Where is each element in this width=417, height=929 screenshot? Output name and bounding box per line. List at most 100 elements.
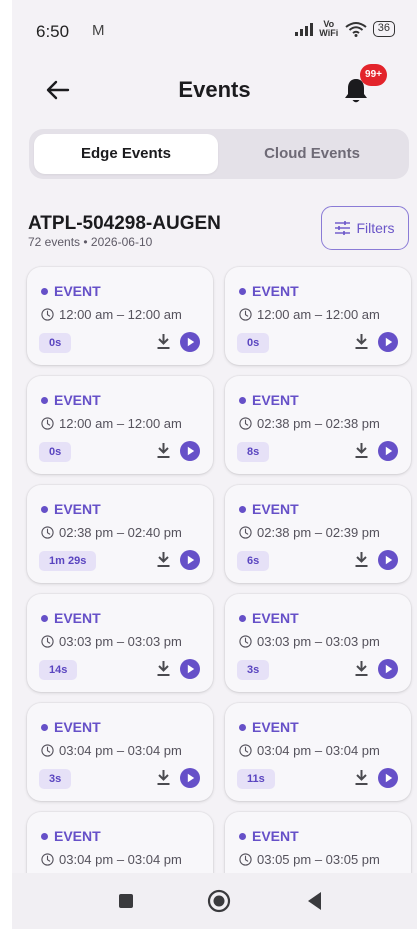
event-time-text: 03:05 pm – 03:05 pm [257,852,380,867]
event-label: EVENT [41,610,101,626]
square-icon[interactable] [119,894,133,908]
event-card[interactable]: EVENT 12:00 am – 12:00 am 0s [225,267,411,365]
event-dot-icon [239,614,246,622]
duration-badge: 8s [237,442,270,462]
event-dot-icon [239,723,246,731]
play-circle-icon[interactable] [378,768,398,788]
clock-icon [41,526,54,539]
event-time: 03:03 pm – 03:03 pm [239,634,380,649]
tab-cloud-events[interactable]: Cloud Events [220,134,404,174]
play-circle-icon[interactable] [378,659,398,679]
event-label: EVENT [41,501,101,517]
status-icons: Vo WiFi 36 [294,19,395,38]
download-icon[interactable] [156,442,171,459]
event-label: EVENT [239,501,299,517]
event-time-text: 03:03 pm – 03:03 pm [257,634,380,649]
event-dot-icon [239,287,246,295]
status-time: 6:50 [36,22,70,41]
duration-badge: 11s [237,769,275,789]
filters-button[interactable]: Filters [321,206,409,250]
battery-icon: 36 [372,21,395,37]
event-card[interactable]: EVENT 03:04 pm – 03:04 pm 3s [27,703,213,801]
device-name: ATPL-504298-AUGEN [28,213,221,234]
circle-icon[interactable] [207,889,231,913]
event-time-text: 02:38 pm – 02:40 pm [59,525,182,540]
event-time-text: 12:00 am – 12:00 am [59,307,182,322]
play-circle-icon[interactable] [180,441,200,461]
event-time-text: 03:04 pm – 03:04 pm [59,852,182,867]
play-circle-icon[interactable] [378,550,398,570]
event-label: EVENT [239,392,299,408]
play-circle-icon[interactable] [378,441,398,461]
download-icon[interactable] [156,333,171,350]
event-label: EVENT [41,392,101,408]
event-label-text: EVENT [54,283,101,299]
event-time: 12:00 am – 12:00 am [239,307,380,322]
event-dot-icon [239,505,246,513]
event-card[interactable]: EVENT 02:38 pm – 02:40 pm 1m 29s [27,485,213,583]
download-icon[interactable] [354,660,369,677]
vowifi-label: Vo WiFi [319,19,339,38]
event-dot-icon [41,396,48,404]
event-time: 03:05 pm – 03:05 pm [239,852,380,867]
event-label: EVENT [239,283,299,299]
download-icon[interactable] [354,769,369,786]
event-time: 12:00 am – 12:00 am [41,307,182,322]
system-nav-bar [12,873,417,929]
tab-edge-events[interactable]: Edge Events [34,134,218,174]
wifi-icon [345,22,367,37]
event-label: EVENT [41,828,101,844]
event-time-text: 12:00 am – 12:00 am [59,416,182,431]
event-label-text: EVENT [54,828,101,844]
triangle-back-icon[interactable] [305,890,323,912]
duration-badge: 3s [237,660,270,680]
duration-badge: 3s [39,769,72,789]
event-dot-icon [239,396,246,404]
event-time: 03:03 pm – 03:03 pm [41,634,182,649]
event-label-text: EVENT [54,501,101,517]
download-icon[interactable] [354,442,369,459]
event-card[interactable]: EVENT 12:00 am – 12:00 am 0s [27,267,213,365]
app-header: Events 99+ [12,64,417,118]
event-dot-icon [41,505,48,513]
clock-icon [41,308,54,321]
event-label-text: EVENT [54,392,101,408]
download-icon[interactable] [354,333,369,350]
download-icon[interactable] [156,660,171,677]
event-time: 03:04 pm – 03:04 pm [41,852,182,867]
play-circle-icon[interactable] [180,768,200,788]
duration-badge: 1m 29s [39,551,97,571]
event-time-text: 02:38 pm – 02:39 pm [257,525,380,540]
clock-icon [41,744,54,757]
event-dot-icon [239,832,246,840]
event-time: 02:38 pm – 02:39 pm [239,525,380,540]
download-icon[interactable] [156,769,171,786]
event-card[interactable]: EVENT 02:38 pm – 02:39 pm 6s [225,485,411,583]
clock-icon [239,744,252,757]
event-card[interactable]: EVENT 03:03 pm – 03:03 pm 3s [225,594,411,692]
event-card[interactable]: EVENT 12:00 am – 12:00 am 0s [27,376,213,474]
event-label-text: EVENT [54,719,101,735]
event-label: EVENT [41,719,101,735]
event-card[interactable]: EVENT 03:03 pm – 03:03 pm 14s [27,594,213,692]
event-label: EVENT [41,283,101,299]
duration-badge: 14s [39,660,78,680]
clock-icon [239,635,252,648]
clock-icon [239,526,252,539]
event-dot-icon [41,614,48,622]
event-time-text: 02:38 pm – 02:38 pm [257,416,380,431]
event-time: 02:38 pm – 02:38 pm [239,416,380,431]
play-circle-icon[interactable] [180,659,200,679]
play-circle-icon[interactable] [180,550,200,570]
event-card[interactable]: EVENT 03:04 pm – 03:04 pm 11s [225,703,411,801]
download-icon[interactable] [354,551,369,568]
download-icon[interactable] [156,551,171,568]
event-source-tabs: Edge Events Cloud Events [29,129,409,179]
clock-icon [239,417,252,430]
play-circle-icon[interactable] [378,332,398,352]
clock-icon [239,308,252,321]
sliders-icon [335,221,351,235]
play-circle-icon[interactable] [180,332,200,352]
event-card[interactable]: EVENT 02:38 pm – 02:38 pm 8s [225,376,411,474]
mail-icon: M [92,22,105,39]
